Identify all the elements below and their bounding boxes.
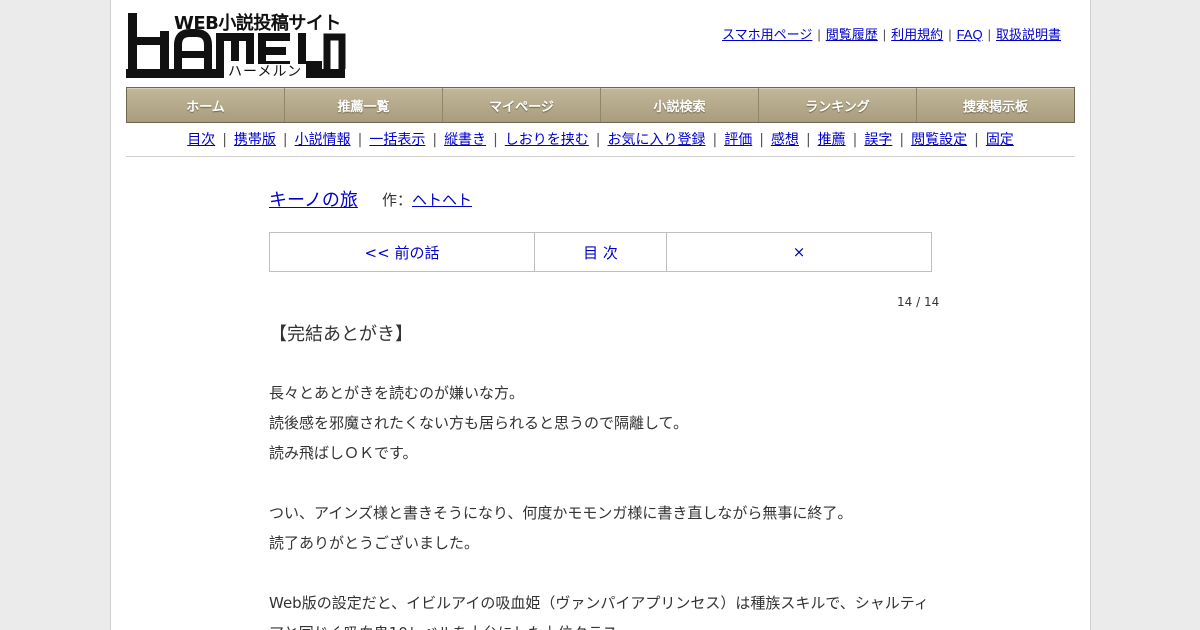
link-faq[interactable]: FAQ [957,27,983,42]
separator: | [852,132,858,148]
chapter-text: 長々とあとがきを読むのが嫌いな方。読後感を邪魔されたくない方も居られると思うので… [269,378,939,630]
subnav-rating[interactable]: 評価 [724,132,752,148]
subnav-bookmark[interactable]: しおりを挟む [505,132,589,148]
text-line: Web版の設定だと、イビルアイの吸血姫（ヴァンパイアプリンセス）は種族スキルで、… [269,594,929,612]
separator: | [948,27,952,42]
subnav-toc[interactable]: 目次 [187,132,215,148]
link-manual[interactable]: 取扱説明書 [996,27,1061,42]
logo-wordmark [128,13,346,69]
subnav-review[interactable]: 感想 [771,132,799,148]
link-terms[interactable]: 利用規約 [891,27,943,42]
text-line: つい、アインズ様と書きそうになり、何度かモモンガ様に書き直しながら無事に終了。 [269,504,853,522]
prev-episode-button[interactable]: << 前の話 [270,233,535,271]
chapter-title: 【完結あとがき】 [269,324,413,345]
text-line: 読後感を邪魔されたくない方も居られると思うので隔離して。 [269,414,689,432]
separator: | [899,132,905,148]
nav-ranking[interactable]: ランキング [759,88,917,122]
subnav-pin[interactable]: 固定 [986,132,1014,148]
toc-button[interactable]: 目 次 [535,233,667,271]
episode-pager: << 前の話 目 次 × [269,232,932,272]
separator: | [357,132,363,148]
top-links: スマホ用ページ | 閲覧履歴 | 利用規約 | FAQ | 取扱説明書 [722,24,1061,43]
next-episode-disabled: × [792,243,806,261]
separator: | [222,132,227,148]
nav-novel-search[interactable]: 小説検索 [601,88,759,122]
separator: | [974,132,979,148]
subnav-favorite[interactable]: お気に入り登録 [608,132,706,148]
subnav-display-settings[interactable]: 閲覧設定 [911,132,967,148]
link-smartphone-page[interactable]: スマホ用ページ [722,27,812,42]
separator: | [987,27,991,42]
nav-home[interactable]: ホーム [127,88,285,122]
author-link[interactable]: ヘトヘト [412,191,472,209]
text-line: 読み飛ばしＯＫです。 [269,444,418,462]
logo-kana: ハーメルン [224,64,307,80]
text-line: アと同じく吸血鬼10レベルを土台にした上位クラス。 [269,618,939,630]
episode-counter: 14 / 14 [897,295,940,309]
sub-nav: 目次 | 携帯版 | 小説情報 | 一括表示 | 縦書き | しおりを挟む | お気に入り登録 | 評価 | 感… [126,129,1075,157]
novel-title[interactable]: キーノの旅 [269,186,358,212]
subnav-novel-info[interactable]: 小説情報 [295,132,351,148]
author-line: 作：ヘトヘト [382,189,472,210]
separator: | [595,132,601,148]
separator: | [817,27,821,42]
nav-search-board[interactable]: 捜索掲示板 [917,88,1074,122]
link-history[interactable]: 閲覧履歴 [826,27,878,42]
separator: | [882,27,887,42]
subnav-typo[interactable]: 誤字 [864,132,892,148]
separator: | [805,132,811,148]
text-line: 読了ありがとうございました。 [269,534,480,552]
separator: | [759,132,764,148]
separator: | [712,132,718,148]
main-nav: ホーム 推薦一覧 マイページ 小説検索 ランキング 捜索掲示板 [126,87,1075,123]
subnav-recommend[interactable]: 推薦 [818,132,846,148]
subnav-show-all[interactable]: 一括表示 [369,132,425,148]
nav-mypage[interactable]: マイページ [443,88,601,122]
page-container: WEB小説投稿サイト ハーメルン スマホ用ページ | 閲覧履歴 | 利用規約 | FAQ | 取… [110,0,1091,630]
author-prefix: 作： [382,191,413,209]
subnav-vertical[interactable]: 縦書き [444,132,486,148]
separator: | [493,132,498,148]
separator: | [432,132,438,148]
text-line: 長々とあとがきを読むのが嫌いな方。 [269,384,525,402]
site-logo[interactable]: WEB小説投稿サイト ハーメルン [126,9,346,81]
nav-recommend-list[interactable]: 推薦一覧 [285,88,443,122]
subnav-mobile[interactable]: 携帯版 [234,132,276,148]
separator: | [282,132,288,148]
